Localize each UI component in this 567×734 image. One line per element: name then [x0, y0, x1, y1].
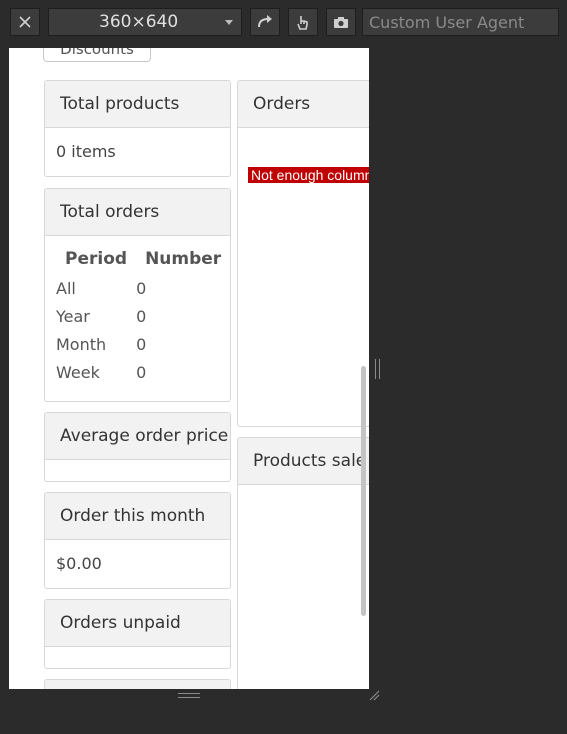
number-cell: 0: [136, 279, 147, 298]
column-header: Period: [65, 249, 128, 269]
total-orders-panel: Total orders Period Number All 0 Year 0 …: [44, 188, 231, 402]
resize-handle-right[interactable]: [375, 359, 380, 379]
rotate-icon: [258, 15, 272, 28]
resize-grip-icon: [369, 690, 380, 701]
page-scrollbar[interactable]: [361, 366, 366, 616]
touch-toggle-button[interactable]: [288, 8, 318, 36]
panel-title: Order this month: [45, 493, 230, 540]
number-cell: 0: [136, 335, 147, 354]
number-cell: 0: [136, 307, 147, 326]
panel-title: Orders unpaid: [45, 600, 230, 647]
panel-title: Total orders: [45, 189, 230, 236]
panel-title: Average order price: [45, 413, 230, 460]
column-header: Number: [145, 249, 222, 269]
chart-error-message: Not enough columns given to draw the req…: [248, 167, 369, 183]
device-size-value: 360×640: [99, 12, 179, 32]
panel-header: [45, 680, 230, 689]
table-row: Year 0: [56, 303, 230, 331]
period-cell: Week: [56, 363, 100, 382]
screenshot-button[interactable]: [326, 8, 356, 36]
device-viewport: Discounts Total products 0 items Total o…: [9, 48, 369, 689]
period-cell: All: [56, 279, 76, 298]
devtools-toolbar: 360×640 Custom User Agent: [0, 0, 567, 46]
resize-handle-bottom[interactable]: [178, 693, 200, 698]
table-row: Month 0: [56, 331, 230, 359]
chevron-down-icon: [225, 20, 233, 25]
average-order-price-panel: Average order price: [44, 412, 231, 482]
close-button[interactable]: [10, 8, 40, 36]
panel-title: Total products: [45, 81, 230, 128]
panel-title: Products sale c: [238, 438, 369, 485]
period-cell: Month: [56, 335, 107, 354]
table-row: Week 0: [56, 359, 230, 387]
orders-unpaid-panel: Orders unpaid: [44, 599, 231, 669]
camera-icon: [334, 16, 348, 28]
resize-handle-corner[interactable]: [368, 688, 380, 701]
close-icon: [19, 16, 31, 28]
discounts-button[interactable]: Discounts: [43, 48, 151, 62]
total-products-panel: Total products 0 items: [44, 80, 231, 177]
panel-title: Orders: [238, 81, 369, 128]
order-this-month-panel: Order this month $0.00: [44, 492, 231, 589]
total-products-value: 0 items: [56, 142, 116, 161]
order-this-month-value: $0.00: [56, 554, 102, 573]
products-sale-panel: Products sale c: [237, 437, 369, 689]
user-agent-input[interactable]: Custom User Agent: [362, 8, 559, 36]
touch-icon: [297, 16, 308, 30]
period-cell: Year: [56, 307, 90, 326]
rotate-button[interactable]: [250, 8, 280, 36]
orders-chart-panel: Orders Not enough columns given to draw …: [237, 80, 369, 427]
number-cell: 0: [136, 363, 147, 382]
device-size-select[interactable]: 360×640: [48, 8, 242, 36]
next-panel: [44, 679, 231, 689]
orders-table: Period Number All 0 Year 0 Month 0 Week …: [56, 246, 230, 387]
table-row: All 0: [56, 275, 230, 303]
